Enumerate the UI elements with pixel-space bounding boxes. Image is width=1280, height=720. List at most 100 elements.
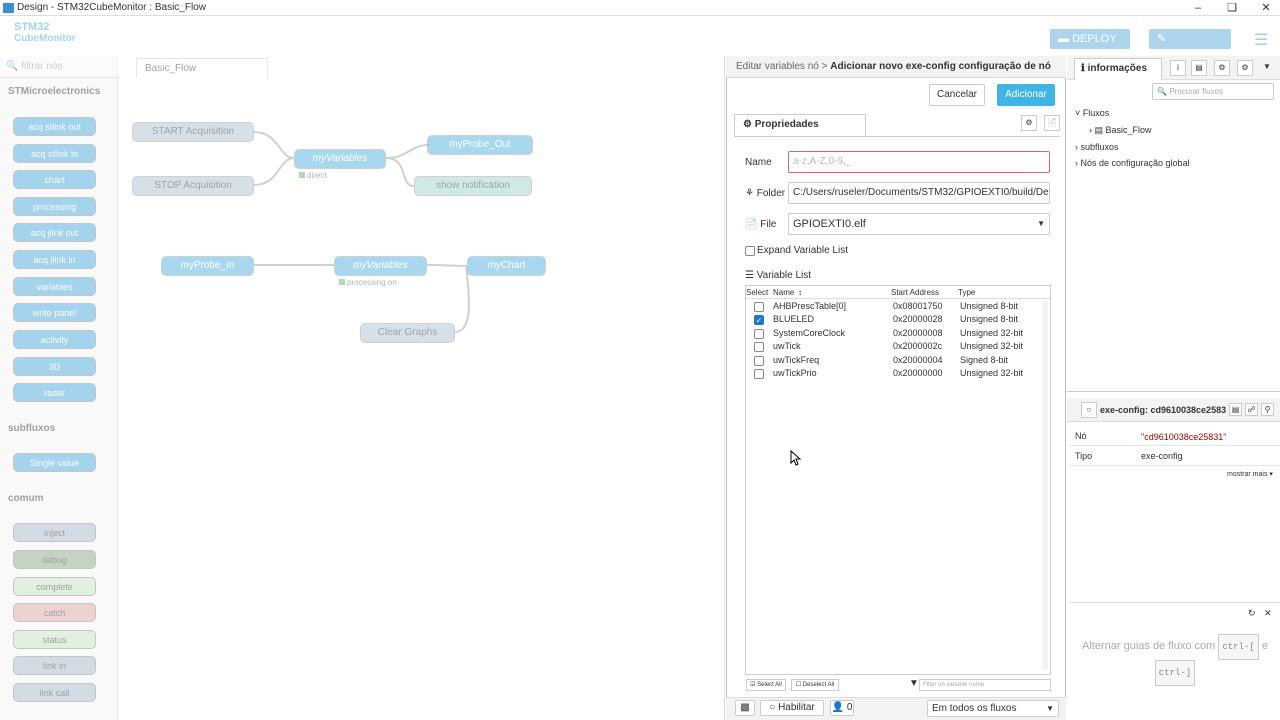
file-label-text: File xyxy=(760,219,777,230)
variable-name: uwTick xyxy=(773,341,801,352)
palette-node[interactable]: debug xyxy=(13,550,96,569)
variable-row[interactable]: AHBPrescTable[0] 0x08001750 Unsigned 8-bit xyxy=(746,300,1042,313)
flow-node-myvariables[interactable]: myVariables xyxy=(294,149,386,169)
expand-checkbox[interactable] xyxy=(745,246,755,256)
restore-icon[interactable]: ❏ xyxy=(1220,0,1244,16)
scope-select[interactable]: Em todos os fluxos ▼ xyxy=(927,700,1059,717)
variable-filter-input[interactable]: Filter on variable name xyxy=(919,679,1051,691)
description-icon[interactable]: 📄 xyxy=(1044,115,1060,131)
tree-global-config-label: Nós de configuração global xyxy=(1080,158,1190,168)
variable-type: Unsigned 32-bit xyxy=(960,327,1024,338)
dashboard-button[interactable]: ✎ DASHBOARD xyxy=(1149,29,1231,65)
flow-node-stop[interactable]: STOP Acquisition xyxy=(132,176,254,196)
palette-node[interactable]: activity xyxy=(13,330,96,349)
variable-name: SystemCoreClock xyxy=(773,327,846,338)
palette-node[interactable]: processing xyxy=(13,197,96,216)
flow-node-myvariables-2[interactable]: myVariables xyxy=(334,256,427,276)
palette-node[interactable]: catch xyxy=(13,603,96,622)
breadcrumb-prefix[interactable]: Editar variables nó > xyxy=(736,61,827,72)
palette-node[interactable]: acq stlink out xyxy=(13,117,96,136)
file-select[interactable]: GPIOEXTI0.elf ▼ xyxy=(788,213,1050,235)
show-more-link[interactable]: mostrar mais ▾ xyxy=(1227,470,1273,478)
palette-node[interactable]: chart xyxy=(13,170,96,189)
enable-toggle[interactable]: ○ Habilitar xyxy=(760,700,824,716)
variable-row[interactable]: SystemCoreClock 0x20000008 Unsigned 32-bit xyxy=(746,327,1042,340)
palette-category-stm[interactable]: STMicroelectronics xyxy=(8,86,100,97)
settings-icon[interactable]: ⚙ xyxy=(1021,115,1037,131)
tree-subflows[interactable]: › subfluxos xyxy=(1075,142,1119,152)
deselect-all-button[interactable]: ☐ Deselect All xyxy=(791,679,839,691)
link-icon[interactable]: ☍ xyxy=(1245,403,1258,416)
book-icon[interactable]: ▤ xyxy=(1191,60,1207,76)
menu-icon[interactable]: ☰ xyxy=(1254,30,1268,50)
chevron-down-icon[interactable]: ▼ xyxy=(1263,62,1271,71)
chevron-down-icon: ▼ xyxy=(1046,704,1054,713)
enable-label: Habilitar xyxy=(778,702,815,713)
tab-properties[interactable]: ⚙ Propriedades xyxy=(734,114,866,136)
palette-node[interactable]: link call xyxy=(13,683,96,702)
tray-breadcrumb: Editar variables nó > Adicionar novo exe… xyxy=(726,56,1066,78)
flow-node-start[interactable]: START Acquisition xyxy=(132,122,254,142)
sidebar-splitter[interactable] xyxy=(1067,391,1280,392)
flow-node-probe-in[interactable]: myProbe_In xyxy=(161,256,254,276)
palette-node[interactable]: Single value xyxy=(13,453,96,472)
flow-node-mychart[interactable]: myChart xyxy=(467,256,546,276)
palette-node[interactable]: variables xyxy=(13,277,96,296)
folder-input[interactable]: C:/Users/ruseler/Documents/STM32/GPIOEXT… xyxy=(788,182,1050,204)
refresh-icon[interactable]: ↻ xyxy=(1248,608,1256,619)
palette-node[interactable]: acq jlink out xyxy=(13,223,96,242)
palette-node[interactable]: acq stlink in xyxy=(13,144,96,163)
select-all-button[interactable]: ☑ Select All xyxy=(746,679,786,691)
variable-checkbox[interactable] xyxy=(754,355,764,366)
info-sidebar xyxy=(1067,56,1280,720)
variable-checkbox[interactable] xyxy=(754,302,764,312)
tip-and: e xyxy=(1261,640,1268,652)
folder-label-text: Folder xyxy=(756,188,786,199)
tree-global-config[interactable]: › Nós de configuração global xyxy=(1075,158,1190,168)
variable-checkbox[interactable] xyxy=(754,369,764,379)
deploy-button[interactable]: ▬ DEPLOY xyxy=(1050,29,1130,49)
tree-flows[interactable]: ˅ Fluxos xyxy=(1075,108,1109,118)
variable-checkbox[interactable] xyxy=(754,328,764,339)
palette-node[interactable]: radar xyxy=(13,383,96,402)
flow-node-notification[interactable]: show notification xyxy=(414,176,532,196)
tip-divider xyxy=(1070,602,1280,603)
palette-node[interactable]: status xyxy=(13,630,96,649)
users-count[interactable]: 👤 0 xyxy=(830,700,854,716)
variable-checkbox[interactable]: ✓ xyxy=(754,315,764,326)
palette-node[interactable]: complete xyxy=(13,577,96,596)
table-scrollbar[interactable] xyxy=(1042,300,1048,670)
add-button[interactable]: Adicionar xyxy=(997,84,1055,106)
node-type-icon: ○ xyxy=(1081,402,1097,418)
col-name[interactable]: Name xyxy=(773,286,794,299)
close-tip-icon[interactable]: ✕ xyxy=(1264,608,1272,619)
palette-node[interactable]: 3D xyxy=(13,357,96,376)
palette-category-common[interactable]: comum xyxy=(8,493,44,504)
flow-node-clear-graphs[interactable]: Clear Graphs xyxy=(360,323,455,343)
variable-checkbox[interactable] xyxy=(754,342,764,353)
tree-basic-flow[interactable]: › ▤ Basic_Flow xyxy=(1089,125,1152,136)
minimize-icon[interactable]: – xyxy=(1186,0,1210,16)
node-icon-button[interactable]: ▩ xyxy=(735,700,755,716)
palette-node[interactable]: link in xyxy=(13,656,96,675)
copy-icon[interactable]: ▤ xyxy=(1229,403,1242,416)
debug-icon[interactable]: ⚙ xyxy=(1214,60,1230,76)
flow-search-input[interactable]: 🔍 Procurar fluxos xyxy=(1152,83,1274,100)
palette-node[interactable]: write panel xyxy=(13,303,96,322)
config-icon[interactable]: ⚙ xyxy=(1237,60,1253,76)
palette-category-subflows[interactable]: subfluxos xyxy=(8,423,55,434)
variable-row[interactable]: uwTickFreq 0x20000004 Signed 8-bit xyxy=(746,354,1042,367)
palette-node[interactable]: acq jlink in xyxy=(13,250,96,269)
palette-node[interactable]: inject xyxy=(13,523,96,542)
name-input[interactable]: a-z,A-Z,0-9,_ xyxy=(788,151,1050,173)
cancel-button[interactable]: Cancelar xyxy=(929,84,985,106)
sort-icon[interactable]: ↕ xyxy=(798,286,802,299)
search-icon[interactable]: ⚲ xyxy=(1261,403,1274,416)
variable-row[interactable]: uwTickPrio 0x20000000 Unsigned 32-bit xyxy=(746,367,1042,380)
close-window-icon[interactable]: ✕ xyxy=(1254,0,1278,16)
variable-row[interactable]: uwTick 0x2000002c Unsigned 32-bit xyxy=(746,340,1042,353)
flow-node-probe-out[interactable]: myProbe_Out xyxy=(427,135,533,155)
info-icon[interactable]: i xyxy=(1170,60,1186,76)
tab-info[interactable]: ℹ informações xyxy=(1074,58,1162,80)
variable-row[interactable]: ✓ BLUELED 0x20000028 Unsigned 8-bit xyxy=(746,313,1042,326)
